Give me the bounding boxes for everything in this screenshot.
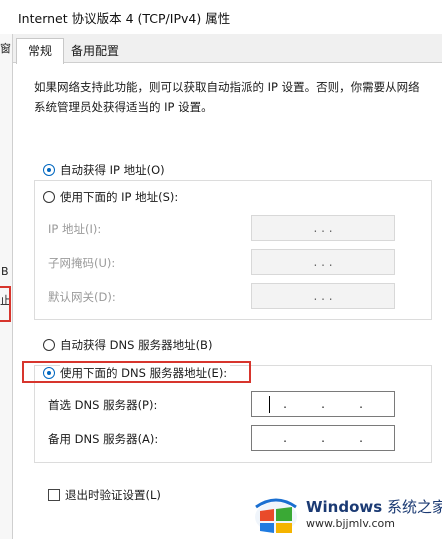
ip-separator: . — [321, 431, 325, 445]
watermark-url: www.bjjmlv.com — [306, 517, 395, 530]
watermark-brand: Windows 系统之家 — [306, 498, 442, 516]
ip-separator: . — [283, 397, 287, 411]
alternate-dns-label: 备用 DNS 服务器(A): — [48, 432, 159, 446]
ip-address-value: . . . — [313, 221, 333, 235]
validate-on-exit-label[interactable]: 退出时验证设置(L) — [65, 487, 161, 503]
auto-dns-label[interactable]: 自动获得 DNS 服务器地址(B) — [60, 337, 212, 353]
text-cursor — [269, 396, 270, 413]
default-gateway-value: . . . — [313, 289, 333, 303]
preferred-dns-label: 首选 DNS 服务器(P): — [48, 398, 158, 412]
highlight-box — [22, 361, 251, 383]
background-window-char: 窗 — [0, 42, 11, 55]
subnet-mask-input[interactable]: . . . — [251, 249, 395, 275]
validate-on-exit-checkbox[interactable] — [48, 489, 60, 501]
default-gateway-input[interactable]: . . . — [251, 283, 395, 309]
ip-separator: . — [321, 397, 325, 411]
preferred-dns-input[interactable]: . . . — [251, 391, 395, 417]
default-gateway-label: 默认网关(D): — [48, 290, 116, 304]
subnet-mask-value: . . . — [313, 255, 333, 269]
background-highlight-box — [0, 286, 11, 322]
title-bar[interactable]: Internet 协议版本 4 (TCP/IPv4) 属性 — [0, 0, 442, 34]
ip-address-input[interactable]: . . . — [251, 215, 395, 241]
tab-general[interactable]: 常规 — [16, 38, 64, 64]
auto-ip-radio[interactable] — [43, 164, 55, 176]
manual-ip-label[interactable]: 使用下面的 IP 地址(S): — [60, 189, 182, 205]
tab-strip-divider — [12, 62, 442, 63]
background-window-char: B — [1, 265, 9, 278]
auto-ip-label[interactable]: 自动获得 IP 地址(O) — [60, 162, 165, 178]
description-text: 如果网络支持此功能，则可以获取自动指派的 IP 设置。否则，你需要从网络系统管理… — [34, 80, 420, 114]
manual-ip-radio[interactable] — [43, 191, 55, 203]
window-title: Internet 协议版本 4 (TCP/IPv4) 属性 — [18, 11, 231, 26]
tab-alternate-config[interactable]: 备用配置 — [62, 40, 128, 62]
ip-address-label: IP 地址(I): — [48, 222, 102, 236]
alternate-dns-input[interactable]: . . . — [251, 425, 395, 451]
ip-separator: . — [359, 397, 363, 411]
auto-dns-radio[interactable] — [43, 339, 55, 351]
windows-logo-icon — [255, 498, 297, 533]
ip-separator: . — [359, 431, 363, 445]
ip-separator: . — [283, 431, 287, 445]
subnet-mask-label: 子网掩码(U): — [48, 256, 116, 270]
